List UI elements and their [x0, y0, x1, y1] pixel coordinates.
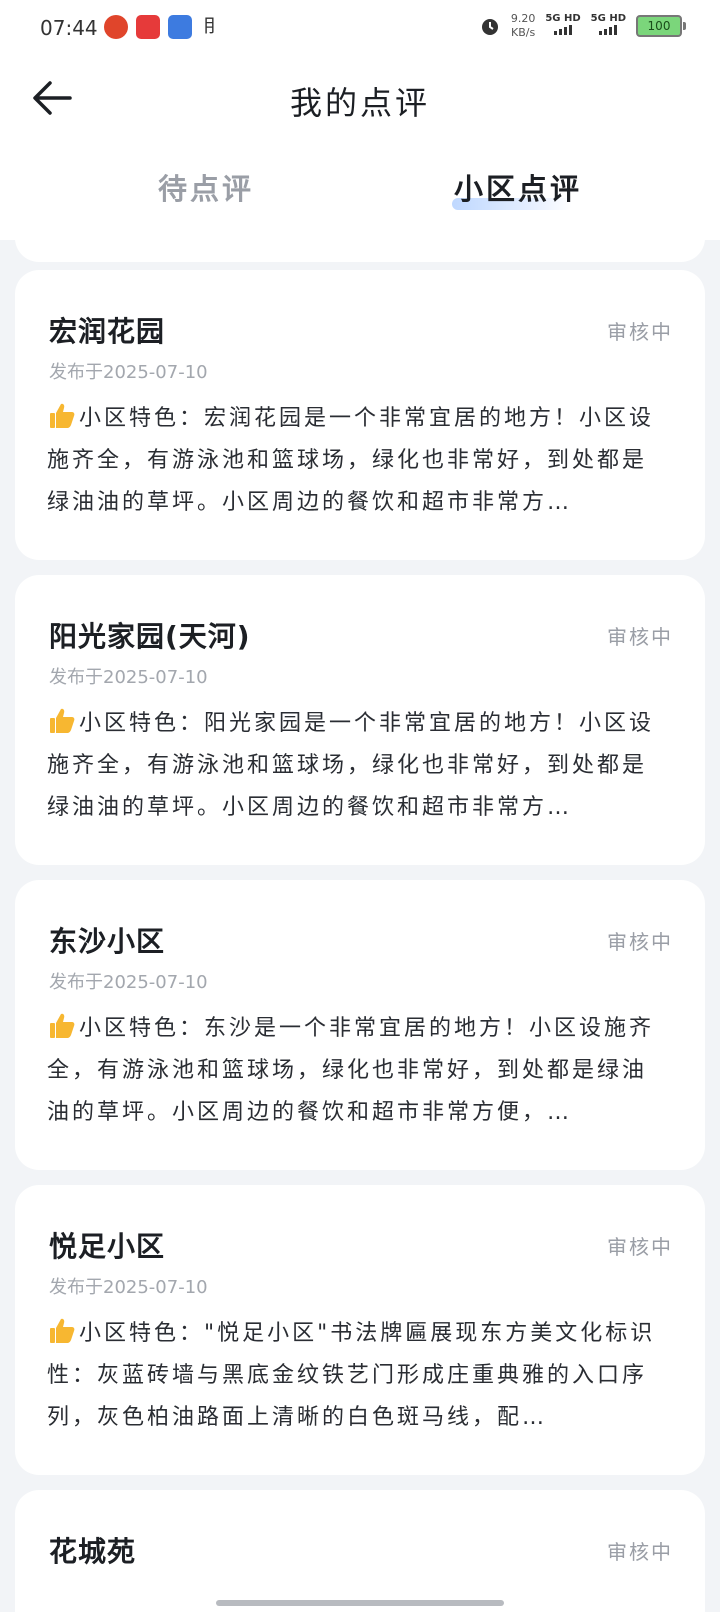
publish-date: 发布于2025-07-10	[49, 1277, 208, 1298]
app-notification-icon: ⺝	[200, 15, 224, 39]
alarm-icon	[481, 19, 498, 35]
review-status-badge: 审核中	[607, 320, 673, 344]
review-status-badge: 审核中	[607, 1540, 673, 1564]
community-name: 东沙小区	[49, 925, 166, 958]
battery-indicator: 100	[636, 15, 686, 37]
app-notification-icon	[104, 15, 128, 39]
review-card[interactable]: 悦足小区 审核中 发布于2025-07-10 小区特色："悦足小区"书法牌匾展现…	[15, 1185, 705, 1475]
review-content: 小区特色：阳光家园是一个非常宜居的地方！小区设施齐全，有游泳池和篮球场，绿化也非…	[47, 703, 671, 829]
network-speed-value: 9.20	[510, 12, 536, 25]
community-name: 阳光家园(天河)	[49, 620, 251, 653]
review-card[interactable]: 宏润花园 审核中 发布于2025-07-10 小区特色：宏润花园是一个非常宜居的…	[15, 270, 705, 560]
tab-pending-reviews[interactable]: 待点评	[158, 166, 254, 208]
tab-community-reviews[interactable]: 小区点评	[454, 166, 582, 208]
review-status-badge: 审核中	[607, 930, 673, 954]
sim1-signal: 5G HD	[545, 13, 581, 39]
signal-bars-icon	[554, 25, 572, 35]
thumbs-up-icon	[50, 1013, 75, 1038]
thumbs-up-icon	[50, 708, 75, 733]
review-card[interactable]: 阳光家园(天河) 审核中 发布于2025-07-10 小区特色：阳光家园是一个非…	[15, 575, 705, 865]
network-speed-unit: KB/s	[510, 26, 536, 39]
community-name: 悦足小区	[49, 1230, 166, 1263]
sim2-label: 5G HD	[590, 13, 626, 24]
review-card-partial	[15, 232, 705, 262]
app-notification-icon	[168, 15, 192, 39]
review-content: 小区特色：东沙是一个非常宜居的地方！小区设施齐全，有游泳池和篮球场，绿化也非常好…	[47, 1008, 671, 1134]
review-card[interactable]: 花城苑 审核中	[15, 1490, 705, 1612]
community-name: 宏润花园	[49, 315, 166, 348]
review-text: 小区特色：东沙是一个非常宜居的地方！小区设施齐全，有游泳池和篮球场，绿化也非常好…	[47, 1016, 655, 1125]
signal-bars-icon	[599, 25, 618, 35]
app-notification-icon	[136, 15, 160, 39]
review-status-badge: 审核中	[607, 1235, 673, 1259]
tab-community-label: 小区点评	[454, 172, 583, 206]
status-bar: 07:44 ⺝ 9.20 KB/s 5G HD 5G HD 100	[0, 0, 720, 56]
sim2-signal: 5G HD	[591, 13, 626, 39]
status-time: 07:44	[40, 16, 98, 40]
review-text: 小区特色：阳光家园是一个非常宜居的地方！小区设施齐全，有游泳池和篮球场，绿化也非…	[47, 711, 655, 820]
review-status-badge: 审核中	[607, 625, 673, 649]
review-content: 小区特色："悦足小区"书法牌匾展现东方美文化标识性：灰蓝砖墙与黑底金纹铁艺门形成…	[47, 1313, 671, 1439]
header-bar: 我的点评	[0, 56, 720, 140]
publish-date: 发布于2025-07-10	[49, 667, 208, 688]
network-speed: 9.20 KB/s	[511, 12, 536, 40]
thumbs-up-icon	[50, 403, 75, 428]
review-text: 小区特色："悦足小区"书法牌匾展现东方美文化标识性：灰蓝砖墙与黑底金纹铁艺门形成…	[47, 1321, 656, 1430]
review-card[interactable]: 东沙小区 审核中 发布于2025-07-10 小区特色：东沙是一个非常宜居的地方…	[15, 880, 705, 1170]
review-content: 小区特色：宏润花园是一个非常宜居的地方！小区设施齐全，有游泳池和篮球场，绿化也非…	[47, 398, 671, 524]
publish-date: 发布于2025-07-10	[49, 362, 208, 383]
tab-bar: 待点评 小区点评	[0, 140, 720, 240]
sim1-label: 5G HD	[545, 13, 581, 24]
home-indicator[interactable]	[216, 1600, 504, 1606]
review-text: 小区特色：宏润花园是一个非常宜居的地方！小区设施齐全，有游泳池和篮球场，绿化也非…	[47, 406, 655, 515]
status-notification-icons: ⺝	[104, 15, 224, 39]
page-title: 我的点评	[289, 84, 430, 122]
publish-date: 发布于2025-07-10	[49, 972, 208, 993]
community-name: 花城苑	[49, 1535, 137, 1568]
thumbs-up-icon	[50, 1318, 75, 1343]
